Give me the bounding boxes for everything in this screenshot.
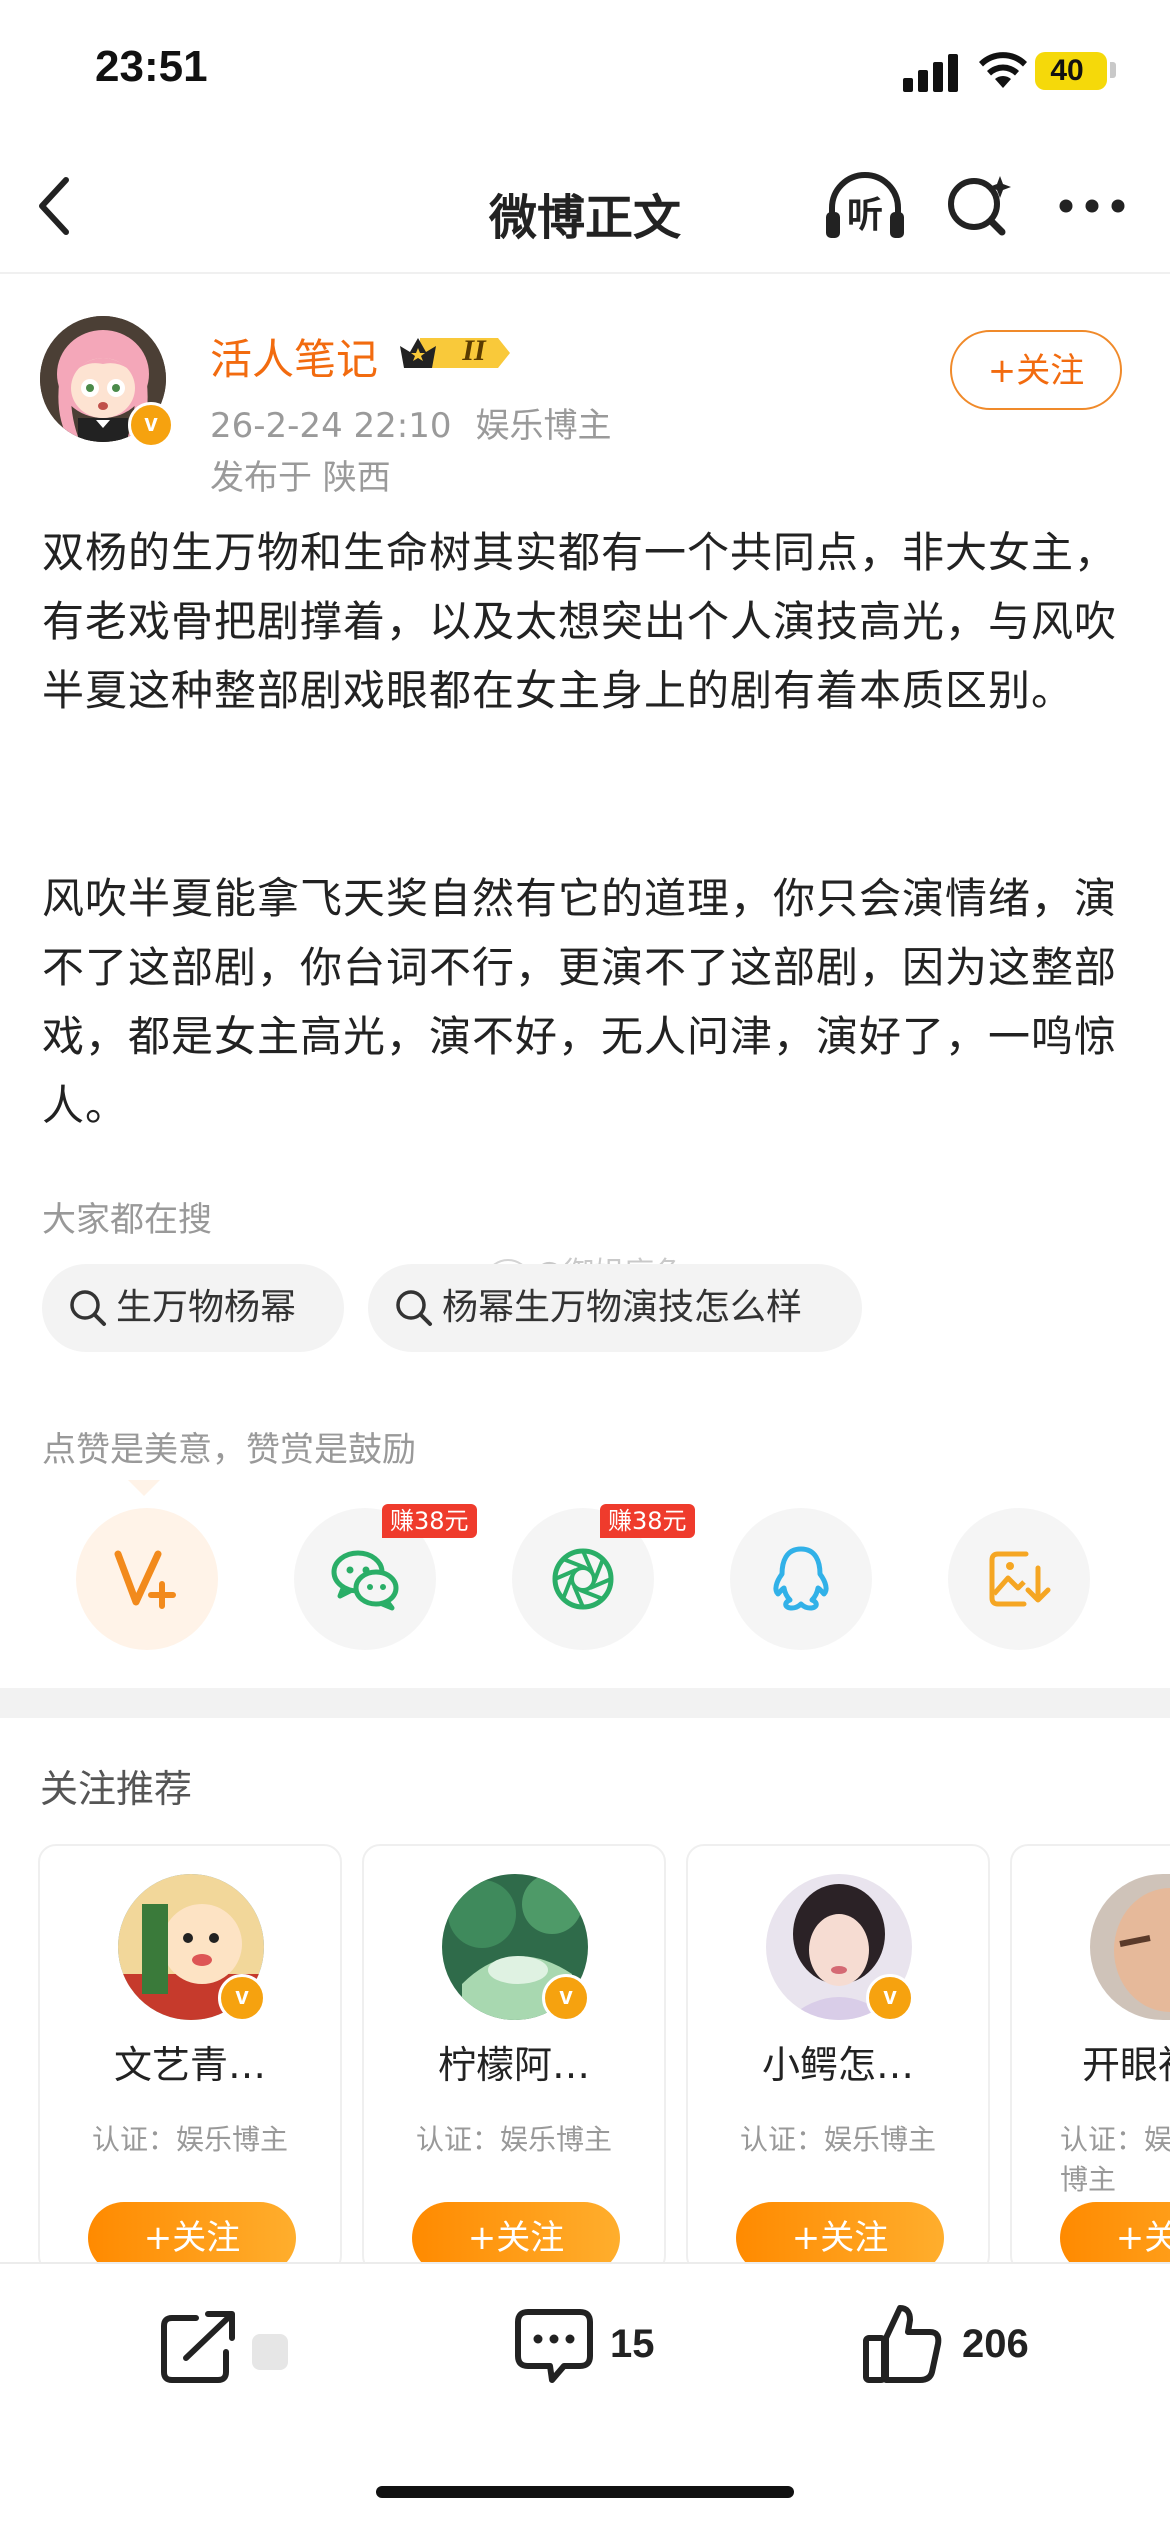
comment-count: 15 — [610, 2322, 655, 2366]
reward-button[interactable] — [76, 1508, 218, 1650]
earn-tag: 赚38元 — [382, 1504, 477, 1538]
search-icon — [396, 1290, 432, 1326]
recommend-title: 关注推荐 — [40, 1767, 193, 1811]
wechat-icon — [331, 1550, 399, 1611]
earn-tag: 赚38元 — [600, 1504, 695, 1538]
verified-badge-icon: v — [128, 402, 174, 448]
search-chip-2[interactable]: 杨幂生万物演技怎么样 — [368, 1264, 862, 1352]
comment-bubble-icon[interactable] — [514, 2306, 594, 2386]
reward-v-plus-icon — [114, 1550, 176, 1609]
battery-level: 40 — [1050, 54, 1084, 87]
home-indicator[interactable] — [376, 2486, 794, 2498]
cellular-signal-icon — [903, 52, 959, 92]
save-image-button[interactable] — [948, 1508, 1090, 1650]
recommend-card[interactable]: 开眼社 认证：娱乐博主 +关注 — [1010, 1844, 1170, 2274]
author-tag: 娱乐博主 — [475, 406, 612, 446]
recommend-name[interactable]: 文艺青… — [40, 2034, 340, 2089]
listen-button[interactable]: 听 — [822, 168, 908, 244]
search-chip-label: 生万物杨幂 — [116, 1287, 297, 1328]
man-face-avatar-image — [1090, 1874, 1170, 2020]
post-paragraph-1: 双杨的生万物和生命树其实都有一个共同点，非大女主，有老戏骨把剧撑着，以及太想突出… — [42, 528, 1118, 715]
post-location: 发布于 陕西 — [210, 458, 391, 498]
recommend-name[interactable]: 柠檬阿… — [364, 2034, 664, 2089]
search-icon[interactable] — [944, 172, 1014, 242]
image-download-icon — [989, 1551, 1051, 1607]
verified-badge-icon: v — [218, 1974, 266, 2022]
more-options-icon[interactable] — [1058, 198, 1126, 214]
status-time: 23:51 — [95, 42, 208, 91]
post-meta: 26-2-24 22:10 娱乐博主 — [210, 398, 612, 447]
nav-divider — [0, 272, 1170, 274]
recommend-certification: 认证：娱乐博主 — [415, 2123, 612, 2156]
post-paragraph-2: 风吹半夏能拿飞天奖自然有它的道理，你只会演情绪，演不了这部剧，你台词不行，更演不… — [42, 874, 1118, 1130]
qq-penguin-icon — [773, 1546, 829, 1611]
listen-label: 听 — [846, 195, 883, 236]
post-timestamp: 26-2-24 22:10 — [210, 406, 452, 446]
recommend-certification: 认证：娱乐博主 — [1060, 2123, 1170, 2196]
search-chip-label: 杨幂生万物演技怎么样 — [442, 1287, 803, 1328]
recommend-card[interactable]: v 小鳄怎… 认证：娱乐博主 +关注 — [686, 1844, 990, 2274]
search-chip-1[interactable]: 生万物杨幂 — [42, 1264, 344, 1352]
follow-button[interactable]: +关注 — [950, 330, 1122, 410]
verified-badge-icon: v — [866, 1974, 914, 2022]
author-name[interactable]: 活人笔记 — [210, 326, 378, 387]
section-separator — [0, 1688, 1170, 1718]
trending-search-label: 大家都在搜 — [42, 1200, 212, 1240]
recommend-card[interactable]: v 柠檬阿… 认证：娱乐博主 +关注 — [362, 1844, 666, 2274]
share-qq-button[interactable] — [730, 1508, 872, 1650]
recommend-name[interactable]: 开眼社 — [1082, 2034, 1170, 2089]
aperture-moments-icon — [552, 1548, 614, 1610]
battery-icon: 40 — [1035, 52, 1107, 90]
search-icon — [70, 1290, 106, 1326]
repost-share-icon[interactable] — [160, 2310, 240, 2384]
reward-caption: 点赞是美意，赞赏是鼓励 — [42, 1430, 416, 1470]
wifi-icon — [979, 52, 1027, 88]
recommend-avatar[interactable] — [1090, 1874, 1170, 2020]
like-count: 206 — [962, 2322, 1029, 2366]
verified-badge-icon: v — [542, 1974, 590, 2022]
like-thumbs-up-icon[interactable] — [862, 2302, 942, 2386]
battery-cap — [1110, 62, 1116, 78]
recommend-certification: 认证：娱乐博主 — [739, 2123, 936, 2156]
member-level-text: II — [462, 334, 486, 367]
repost-count-blur — [252, 2334, 288, 2370]
recommend-card[interactable]: v 文艺青… 认证：娱乐博主 +关注 — [38, 1844, 342, 2274]
recommend-name[interactable]: 小鳄怎… — [688, 2034, 988, 2089]
recommend-certification: 认证：娱乐博主 — [91, 2123, 288, 2156]
reward-pointer — [128, 1480, 160, 1496]
